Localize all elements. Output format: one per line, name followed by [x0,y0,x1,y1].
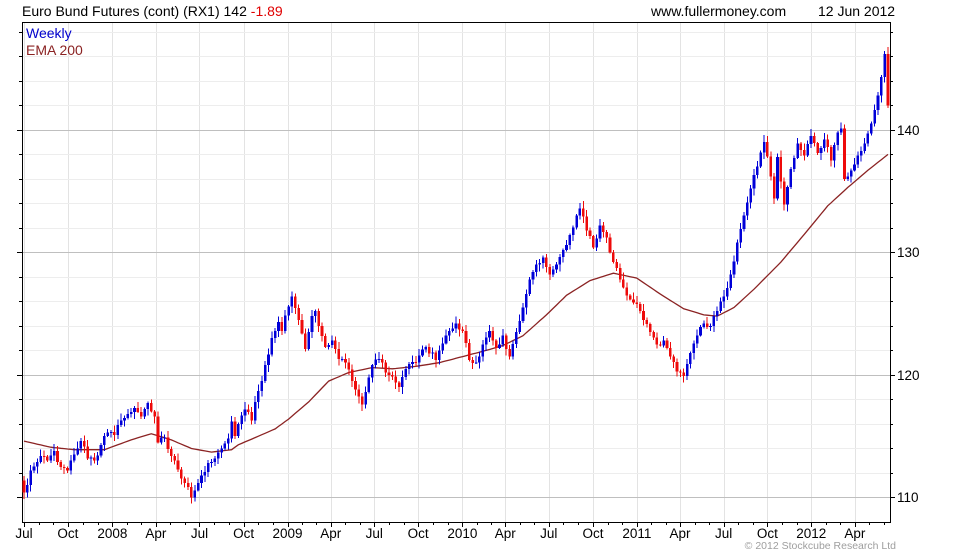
legend-weekly-label: Weekly [26,25,72,41]
svg-text:Jul: Jul [540,526,557,541]
svg-text:2010: 2010 [447,526,477,541]
svg-text:Jul: Jul [715,526,732,541]
chart-window: Euro Bund Futures (cont) (RX1) 142 -1.89… [0,0,980,560]
copyright-text: © 2012 Stockcube Research Ltd [744,540,896,552]
svg-text:2009: 2009 [273,526,303,541]
svg-text:120: 120 [897,368,920,383]
svg-text:2011: 2011 [622,526,651,541]
svg-text:Oct: Oct [582,526,603,541]
svg-text:2008: 2008 [97,526,127,541]
svg-text:Apr: Apr [495,526,517,541]
svg-text:Oct: Oct [233,526,254,541]
svg-text:140: 140 [897,123,920,138]
svg-text:130: 130 [897,245,920,260]
svg-text:Apr: Apr [670,526,692,541]
svg-text:Oct: Oct [57,526,78,541]
svg-text:110: 110 [897,490,919,505]
svg-text:Jul: Jul [191,526,208,541]
svg-text:Jul: Jul [366,526,383,541]
svg-text:Oct: Oct [408,526,429,541]
svg-text:Apr: Apr [844,526,866,541]
price-chart: 110 120 130 140 Jul Oct 2008 Apr Jul Oct 2009 Apr Ju… [15,22,920,541]
legend-ema-label: EMA 200 [26,42,83,58]
svg-text:Apr: Apr [320,526,342,541]
svg-text:Jul: Jul [15,526,32,541]
svg-text:2012: 2012 [796,526,826,541]
svg-text:Apr: Apr [145,526,167,541]
svg-text:Oct: Oct [757,526,778,541]
